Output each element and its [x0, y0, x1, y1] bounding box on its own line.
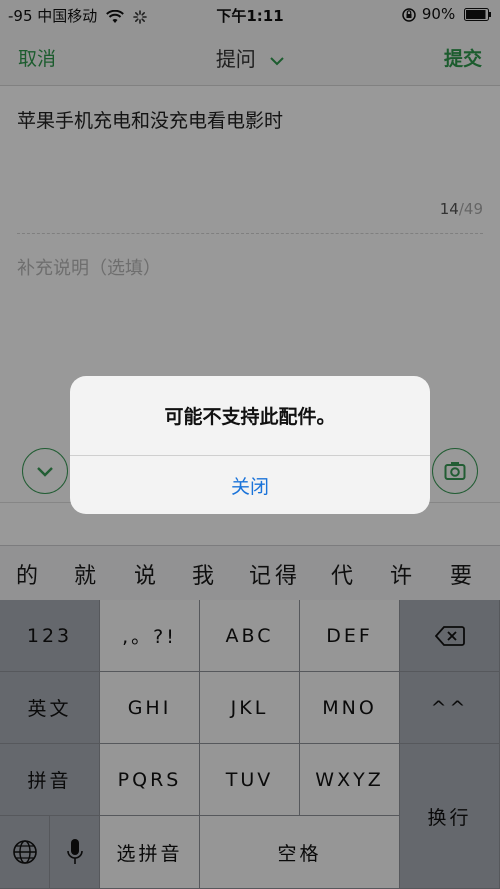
alert-close-button[interactable]: 关闭: [70, 456, 430, 514]
alert-message: 可能不支持此配件。: [164, 406, 336, 428]
alert-dialog: 可能不支持此配件。 关闭: [70, 376, 430, 514]
